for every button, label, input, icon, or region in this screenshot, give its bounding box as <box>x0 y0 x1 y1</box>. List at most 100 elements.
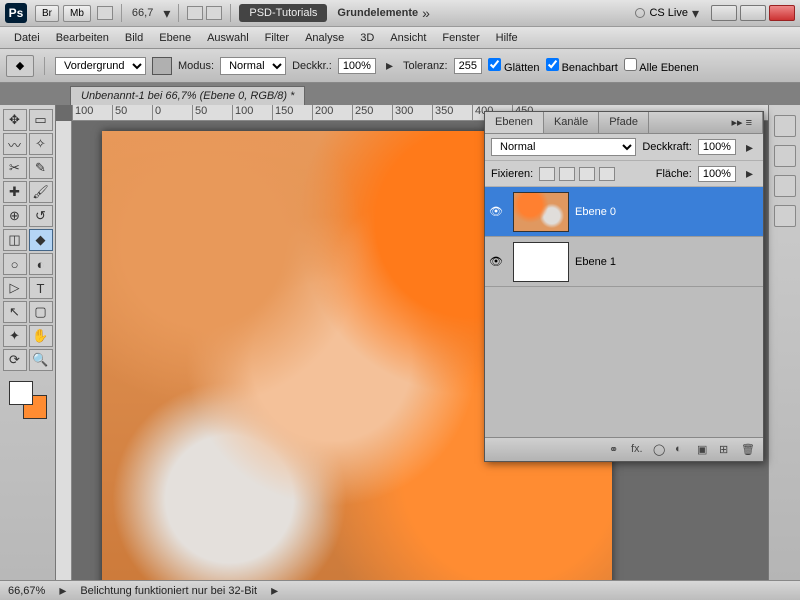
window-minimize-button[interactable] <box>711 5 737 21</box>
adjustment-layer-icon[interactable]: ◐ <box>675 443 689 457</box>
all-layers-checkbox[interactable]: Alle Ebenen <box>624 58 699 74</box>
stamp-tool-icon[interactable]: ⊕ <box>3 205 27 227</box>
view-extras-icon[interactable] <box>97 6 113 20</box>
cslive-status-icon <box>635 8 645 18</box>
layer-name[interactable]: Ebene 1 <box>575 256 763 268</box>
delete-layer-icon[interactable]: 🗑 <box>741 443 755 457</box>
lock-all-icon[interactable] <box>599 167 615 181</box>
crop-tool-icon[interactable]: ✂ <box>3 157 27 179</box>
layer-thumbnail[interactable] <box>513 242 569 282</box>
layer-name[interactable]: Ebene 0 <box>575 206 763 218</box>
menu-3d[interactable]: 3D <box>352 32 382 44</box>
menu-analyse[interactable]: Analyse <box>297 32 352 44</box>
menu-hilfe[interactable]: Hilfe <box>488 32 526 44</box>
new-layer-icon[interactable]: ⊞ <box>719 443 733 457</box>
rotate-view-tool-icon[interactable]: ⟳ <box>3 349 27 371</box>
status-indicator-icon[interactable]: ▸ <box>55 582 70 599</box>
layer-opacity-value[interactable]: 100% <box>698 139 736 155</box>
menu-ebene[interactable]: Ebene <box>151 32 199 44</box>
zoom-level[interactable]: 66,7 <box>132 7 153 19</box>
tab-ebenen[interactable]: Ebenen <box>485 112 544 133</box>
path-select-tool-icon[interactable]: ↖ <box>3 301 27 323</box>
window-close-button[interactable] <box>769 5 795 21</box>
lock-pixels-icon[interactable] <box>559 167 575 181</box>
status-zoom[interactable]: 66,67% <box>8 585 45 597</box>
opacity-value[interactable]: 100% <box>338 58 376 74</box>
minibridge-button[interactable]: Mb <box>63 5 91 22</box>
workspace-group[interactable]: Grundelemente <box>337 7 418 19</box>
eyedropper-tool-icon[interactable]: ✎ <box>29 157 53 179</box>
layers-panel-footer: ⚭ fx. ◯ ◐ ▣ ⊞ 🗑 <box>485 437 763 461</box>
workspace-label[interactable]: PSD-Tutorials <box>239 4 327 22</box>
layer-mask-icon[interactable]: ◯ <box>653 443 667 457</box>
fill-dropdown-icon[interactable]: ▸ <box>742 165 757 182</box>
hand-tool-icon[interactable]: ✋ <box>29 325 53 347</box>
visibility-toggle-icon[interactable]: 👁 <box>485 205 507 218</box>
lasso-tool-icon[interactable]: 〰 <box>3 133 27 155</box>
cslive-label[interactable]: CS Live <box>649 7 688 19</box>
brush-tool-icon[interactable]: 🖌 <box>29 181 53 203</box>
screen-mode-icon[interactable] <box>206 6 222 20</box>
menu-datei[interactable]: Datei <box>6 32 48 44</box>
tab-pfade[interactable]: Pfade <box>599 112 649 133</box>
marquee-tool-icon[interactable]: ▭ <box>29 109 53 131</box>
blend-mode-select[interactable]: Normal <box>220 57 286 75</box>
zoom-dropdown-icon[interactable]: ▾ <box>159 5 174 22</box>
layer-opacity-dropdown-icon[interactable]: ▸ <box>742 139 757 156</box>
opacity-dropdown-icon[interactable]: ▸ <box>382 57 397 74</box>
layers-panel-icon[interactable] <box>774 205 796 227</box>
history-brush-tool-icon[interactable]: ↺ <box>29 205 53 227</box>
antialias-checkbox[interactable]: Glätten <box>488 58 540 74</box>
tab-kanaele[interactable]: Kanäle <box>544 112 599 133</box>
visibility-toggle-icon[interactable]: 👁 <box>485 255 507 268</box>
3d-tool-icon[interactable]: ✦ <box>3 325 27 347</box>
dodge-tool-icon[interactable]: ◐ <box>29 253 53 275</box>
cslive-dropdown-icon[interactable]: ▾ <box>688 5 703 22</box>
menu-fenster[interactable]: Fenster <box>434 32 487 44</box>
panel-menu-icon[interactable]: ▸▸ ≡ <box>721 112 763 133</box>
current-tool-icon[interactable]: ◆ <box>6 55 34 77</box>
shape-tool-icon[interactable]: ▢ <box>29 301 53 323</box>
blur-tool-icon[interactable]: ○ <box>3 253 27 275</box>
swatches-panel-icon[interactable] <box>774 145 796 167</box>
layer-fx-icon[interactable]: fx. <box>631 443 645 457</box>
healing-tool-icon[interactable]: ✚ <box>3 181 27 203</box>
link-layers-icon[interactable]: ⚭ <box>609 443 623 457</box>
fill-color-swatch[interactable] <box>152 57 172 75</box>
window-maximize-button[interactable] <box>740 5 766 21</box>
menu-bild[interactable]: Bild <box>117 32 151 44</box>
contiguous-checkbox[interactable]: Benachbart <box>546 58 618 74</box>
adjustments-panel-icon[interactable] <box>774 175 796 197</box>
color-panel-icon[interactable] <box>774 115 796 137</box>
group-icon[interactable]: ▣ <box>697 443 711 457</box>
fill-target-select[interactable]: Vordergrund <box>55 57 146 75</box>
layer-blend-mode-select[interactable]: Normal <box>491 138 636 156</box>
bridge-button[interactable]: Br <box>35 5 59 22</box>
layer-thumbnail[interactable] <box>513 192 569 232</box>
lock-position-icon[interactable] <box>579 167 595 181</box>
tolerance-value[interactable]: 255 <box>454 58 482 74</box>
type-tool-icon[interactable]: T <box>29 277 53 299</box>
arrange-docs-icon[interactable] <box>187 6 203 20</box>
wand-tool-icon[interactable]: ✧ <box>29 133 53 155</box>
toolbox: ✥ ▭ 〰 ✧ ✂ ✎ ✚ 🖌 ⊕ ↺ ◫ ◆ ○ ◐ ▷ T ↖ ▢ ✦ ✋ … <box>0 105 56 580</box>
menu-ansicht[interactable]: Ansicht <box>382 32 434 44</box>
workspace-more-icon[interactable]: » <box>418 5 434 21</box>
color-picker[interactable] <box>9 381 47 419</box>
lock-transparency-icon[interactable] <box>539 167 555 181</box>
pen-tool-icon[interactable]: ▷ <box>3 277 27 299</box>
zoom-tool-icon[interactable]: 🔍 <box>29 349 53 371</box>
ruler-vertical[interactable] <box>56 121 72 580</box>
fill-value[interactable]: 100% <box>698 166 736 182</box>
menu-filter[interactable]: Filter <box>257 32 297 44</box>
menu-auswahl[interactable]: Auswahl <box>199 32 257 44</box>
status-menu-icon[interactable]: ▸ <box>267 582 282 599</box>
document-tab[interactable]: Unbenannt-1 bei 66,7% (Ebene 0, RGB/8) * <box>70 86 305 105</box>
menu-bearbeiten[interactable]: Bearbeiten <box>48 32 117 44</box>
eraser-tool-icon[interactable]: ◫ <box>3 229 27 251</box>
move-tool-icon[interactable]: ✥ <box>3 109 27 131</box>
layer-row[interactable]: 👁 Ebene 1 <box>485 237 763 287</box>
foreground-color-swatch[interactable] <box>9 381 33 405</box>
paint-bucket-tool-icon[interactable]: ◆ <box>29 229 53 251</box>
layer-row[interactable]: 👁 Ebene 0 <box>485 187 763 237</box>
